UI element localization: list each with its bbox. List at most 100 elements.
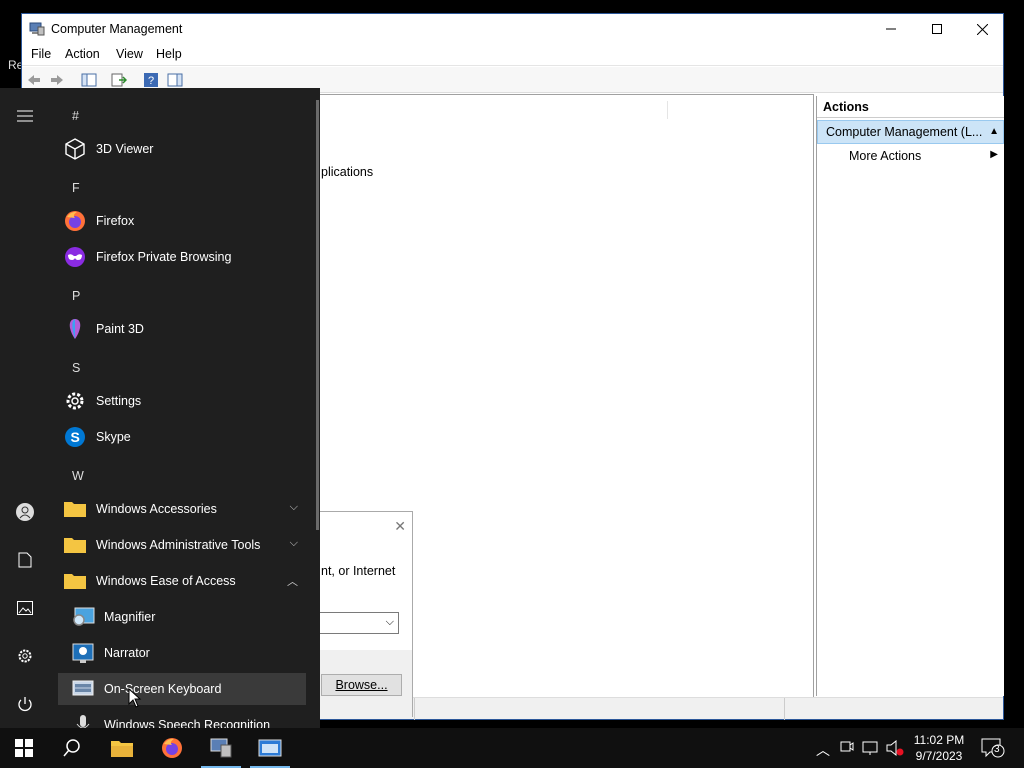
documents-icon[interactable]: [13, 548, 37, 572]
back-arrow-icon[interactable]: [26, 72, 42, 88]
section-header-f[interactable]: F: [72, 181, 80, 195]
clock-date: 9/7/2023: [915, 749, 963, 763]
close-button[interactable]: [959, 14, 1005, 44]
app-label: 3D Viewer: [96, 142, 154, 156]
app-firefox[interactable]: Firefox: [58, 205, 306, 237]
chevron-up-icon: ︿: [287, 576, 298, 588]
app-label: Firefox Private Browsing: [96, 250, 232, 264]
cube-icon: [65, 138, 85, 160]
volume-muted-icon[interactable]: [886, 740, 904, 756]
start-menu-scrollbar[interactable]: [316, 100, 319, 530]
start-menu: # 3D Viewer F Firefox Firefox Private Br…: [0, 88, 320, 728]
firefox-icon: [162, 738, 182, 758]
taskbar-firefox[interactable]: [148, 728, 196, 768]
app-magnifier[interactable]: Magnifier: [58, 601, 306, 633]
network-icon[interactable]: [862, 740, 880, 756]
maximize-button[interactable]: [914, 14, 960, 44]
computer-management-icon: [210, 738, 232, 758]
app-list: # 3D Viewer F Firefox Firefox Private Br…: [58, 98, 308, 728]
taskbar: ︿ 11:02 PM 9/7/2023 3: [0, 728, 1024, 768]
narrator-icon: [72, 643, 94, 663]
folder-icon: [64, 574, 86, 589]
app-paint-3d[interactable]: Paint 3D: [58, 313, 306, 345]
export-list-icon[interactable]: [111, 72, 127, 88]
app-narrator[interactable]: Narrator: [58, 637, 306, 669]
skype-icon: S: [65, 427, 85, 447]
folder-windows-accessories[interactable]: Windows Accessories ⌵: [58, 493, 306, 525]
app-on-screen-keyboard[interactable]: On-Screen Keyboard: [58, 673, 306, 705]
hamburger-menu-icon[interactable]: [13, 104, 37, 128]
pictures-icon[interactable]: [13, 596, 37, 620]
action-center-button[interactable]: 3: [978, 736, 1008, 760]
taskbar-computer-management[interactable]: [197, 728, 245, 768]
search-icon: [63, 739, 80, 757]
app-label: On-Screen Keyboard: [104, 682, 222, 696]
app-firefox-private[interactable]: Firefox Private Browsing: [58, 241, 306, 273]
folder-windows-administrative-tools[interactable]: Windows Administrative Tools ⌵: [58, 529, 306, 561]
forward-arrow-icon[interactable]: [49, 72, 65, 88]
more-actions-label: More Actions: [849, 149, 922, 163]
close-icon: [976, 23, 988, 35]
menu-help[interactable]: Help: [156, 47, 182, 61]
show-hide-tree-icon[interactable]: [81, 72, 97, 88]
app-label: Narrator: [104, 646, 150, 660]
properties-pane-icon[interactable]: [167, 72, 183, 88]
chevron-down-icon[interactable]: ⌵: [386, 616, 394, 629]
status-segment: [414, 698, 415, 720]
minimize-button[interactable]: [868, 14, 914, 44]
settings-gear-icon[interactable]: [13, 644, 37, 668]
computer-management-icon: [29, 22, 45, 36]
folder-label: Windows Ease of Access: [96, 574, 236, 588]
power-icon[interactable]: [13, 692, 37, 716]
notification-icon: [981, 738, 1005, 758]
chevron-down-icon: ⌵: [289, 537, 298, 549]
app-label: Firefox: [96, 214, 135, 228]
app-settings[interactable]: Settings: [58, 385, 306, 417]
section-header-s[interactable]: S: [72, 361, 80, 375]
title-bar[interactable]: Computer Management: [22, 14, 1003, 44]
app-label: Paint 3D: [96, 322, 144, 336]
minimize-icon: [886, 28, 896, 30]
magnifier-icon: [73, 607, 95, 626]
collapse-up-icon[interactable]: ▲: [989, 126, 999, 137]
content-partial-text: plications: [321, 165, 374, 179]
app-label: Settings: [96, 394, 142, 408]
menu-view[interactable]: View: [116, 47, 143, 61]
menu-action[interactable]: Action: [65, 47, 100, 61]
firefox-private-icon: [65, 247, 85, 267]
column-divider: [667, 101, 668, 119]
section-header-hash[interactable]: #: [72, 109, 79, 123]
mouse-cursor-icon: [128, 688, 142, 708]
app-skype[interactable]: S Skype: [58, 421, 306, 453]
meet-now-icon[interactable]: [840, 739, 854, 755]
submenu-arrow-icon: ▶: [990, 149, 998, 160]
more-actions-item[interactable]: More Actions ▶: [817, 144, 1004, 166]
system-clock[interactable]: 11:02 PM 9/7/2023: [905, 732, 973, 764]
dialog-close-icon[interactable]: ✕: [394, 518, 406, 535]
taskbar-file-explorer[interactable]: [98, 728, 146, 768]
clock-time: 11:02 PM: [913, 733, 965, 747]
folder-icon: [64, 502, 86, 517]
start-button[interactable]: [0, 728, 48, 768]
gear-icon: [66, 392, 84, 410]
search-button[interactable]: [48, 728, 96, 768]
file-explorer-icon: [111, 741, 133, 757]
menu-file[interactable]: File: [31, 47, 51, 61]
keyboard-icon: [72, 680, 94, 696]
user-account-icon[interactable]: [13, 500, 37, 524]
section-header-w[interactable]: W: [72, 469, 84, 483]
help-icon[interactable]: ?: [143, 72, 159, 88]
section-header-p[interactable]: P: [72, 289, 80, 303]
maximize-icon: [932, 24, 942, 34]
show-hidden-icons-chevron-up-icon[interactable]: ︿: [816, 740, 830, 760]
actions-section-computer-management[interactable]: Computer Management (L... ▲: [817, 120, 1004, 144]
app-3d-viewer[interactable]: 3D Viewer: [58, 133, 306, 165]
folder-windows-ease-of-access[interactable]: Windows Ease of Access ︿: [58, 565, 306, 597]
folder-label: Windows Administrative Tools: [96, 538, 261, 552]
dialog-description: nt, or Internet: [321, 564, 396, 578]
browse-button[interactable]: Browse...: [321, 674, 402, 696]
taskbar-run-dialog[interactable]: [246, 728, 294, 768]
app-windows-speech-recognition[interactable]: Windows Speech Recognition: [58, 709, 306, 728]
windows-logo-icon: [15, 739, 33, 757]
chevron-down-icon: ⌵: [289, 501, 298, 513]
